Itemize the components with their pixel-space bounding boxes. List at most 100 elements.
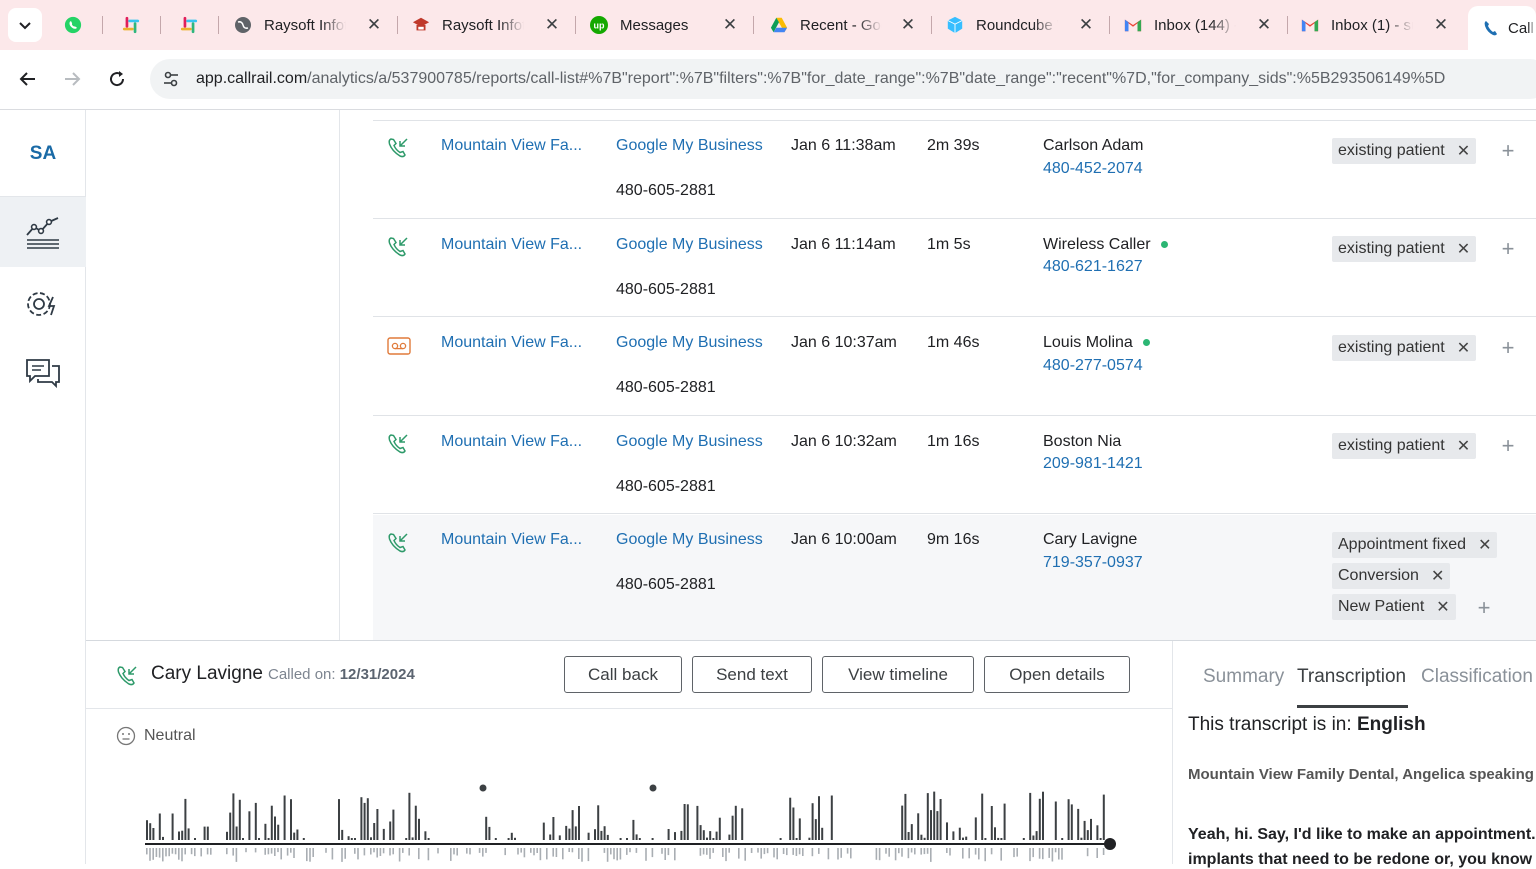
source-link[interactable]: Google My Business	[616, 433, 763, 451]
close-icon[interactable]: ✕	[542, 15, 562, 35]
close-icon[interactable]: ✕	[1076, 15, 1096, 35]
playhead-handle[interactable]	[1104, 838, 1116, 850]
company-link[interactable]: Mountain View Fa...	[441, 334, 582, 352]
call-row[interactable]	[373, 416, 1536, 514]
tab-gmail-2[interactable]: Inbox (1) - su ✕	[1301, 8, 1451, 42]
call-row[interactable]	[373, 317, 1536, 416]
sidebar-item-analytics[interactable]	[0, 197, 86, 267]
close-icon[interactable]: ✕	[720, 15, 740, 35]
tab-summary[interactable]: Summary	[1203, 666, 1284, 688]
tag-label: existing patient	[1338, 437, 1445, 454]
tab-whatsapp[interactable]	[64, 8, 86, 42]
source-link[interactable]: Google My Business	[616, 236, 763, 254]
site-info-icon[interactable]	[160, 68, 182, 90]
waveform-bar	[162, 848, 164, 862]
caller-phone-link[interactable]: 480-277-0574	[1043, 357, 1143, 375]
audio-waveform[interactable]	[140, 778, 1120, 864]
tag-chip: existing patient ✕	[1332, 433, 1477, 459]
company-link[interactable]: Mountain View Fa...	[441, 531, 582, 549]
tab-search-button[interactable]	[8, 8, 42, 42]
source-link[interactable]: Google My Business	[616, 137, 763, 155]
inbound-call-icon	[387, 236, 409, 263]
tab-roundcube[interactable]: Roundcube Webmail ✕	[946, 8, 1096, 42]
waveform-bar	[360, 797, 363, 840]
waveform-bar	[795, 838, 798, 840]
close-icon[interactable]: ✕	[1431, 15, 1451, 35]
sidebar-item-settings[interactable]	[0, 269, 86, 339]
close-icon[interactable]: ✕	[898, 15, 918, 35]
add-tag-button[interactable]: +	[1498, 236, 1518, 262]
waveform-bar	[926, 793, 929, 840]
tab-slack-2[interactable]	[180, 8, 202, 42]
call-datetime: Jan 6 10:00am	[791, 531, 897, 548]
remove-tag-icon[interactable]: ✕	[1457, 338, 1470, 358]
waveform-bar	[578, 806, 580, 840]
waveform-bar	[923, 837, 926, 840]
back-button[interactable]	[15, 66, 41, 92]
company-link[interactable]: Mountain View Fa...	[441, 236, 582, 254]
call-back-button[interactable]: Call back	[564, 656, 682, 693]
waveform-bar	[1102, 848, 1105, 855]
open-details-button[interactable]: Open details	[984, 656, 1130, 693]
company-link[interactable]: Mountain View Fa...	[441, 137, 582, 155]
waveform-bar	[187, 828, 190, 840]
company-link[interactable]: Mountain View Fa...	[441, 433, 582, 451]
tab-messages[interactable]: up Messages ✕	[590, 8, 740, 42]
source-link[interactable]: Google My Business	[616, 334, 763, 352]
waveform-bar	[1022, 838, 1025, 840]
remove-tag-icon[interactable]: ✕	[1478, 535, 1491, 555]
add-tag-button[interactable]: +	[1474, 595, 1494, 621]
add-tag-button[interactable]: +	[1498, 433, 1518, 459]
caller-phone-link[interactable]: 480-621-1627	[1043, 258, 1143, 276]
view-timeline-button[interactable]: View timeline	[822, 656, 974, 693]
reload-button[interactable]	[104, 66, 130, 92]
tab-callrail-active[interactable]: Call	[1468, 6, 1536, 50]
tab-slack-1[interactable]	[122, 8, 144, 42]
source-link[interactable]: Google My Business	[616, 531, 763, 549]
remove-tag-icon[interactable]: ✕	[1457, 239, 1470, 259]
waveform-bar	[184, 848, 186, 855]
account-initials[interactable]: SA	[0, 143, 86, 165]
waveform-bar	[286, 848, 289, 856]
call-row[interactable]	[373, 219, 1536, 317]
waveform-bar	[530, 848, 532, 853]
tab-google-drive[interactable]: Recent - Google Drive ✕	[770, 8, 918, 42]
waveform-bar	[1086, 848, 1089, 857]
tab-gmail-1[interactable]: Inbox (144) - ✕	[1124, 8, 1274, 42]
tab-raysoft-2[interactable]: Raysoft Infotech ✕	[412, 8, 562, 42]
waveform-bar	[411, 837, 414, 840]
add-tag-button[interactable]: +	[1498, 335, 1518, 361]
caller-phone-link[interactable]: 719-357-0937	[1043, 554, 1143, 572]
transcript-line: Yeah, hi. Say, I'd like to make an appoi…	[1188, 826, 1536, 843]
close-icon[interactable]: ✕	[364, 15, 384, 35]
url-text[interactable]: app.callrail.com/analytics/a/537900785/r…	[196, 70, 1445, 88]
tab-classification[interactable]: Classification	[1421, 666, 1533, 688]
send-text-button[interactable]: Send text	[692, 656, 812, 693]
close-icon[interactable]: ✕	[1254, 15, 1274, 35]
waveform-marker[interactable]	[649, 784, 657, 792]
waveform-bar	[699, 825, 702, 840]
remove-tag-icon[interactable]: ✕	[1457, 141, 1470, 161]
waveform-bar	[354, 848, 356, 854]
waveform-bar	[427, 848, 430, 861]
caller-name: Wireless Caller	[1043, 236, 1151, 253]
caller-phone-link[interactable]: 480-452-2074	[1043, 160, 1143, 178]
sidebar-item-communications[interactable]	[0, 338, 86, 408]
remove-tag-icon[interactable]: ✕	[1431, 566, 1444, 586]
caller-phone-link[interactable]: 209-981-1421	[1043, 455, 1143, 473]
waveform-bar	[296, 829, 299, 840]
waveform-bar	[786, 848, 788, 856]
remove-tag-icon[interactable]: ✕	[1436, 597, 1449, 617]
tab-transcription[interactable]: Transcription	[1297, 666, 1406, 688]
tab-raysoft-1[interactable]: Raysoft Infotech ✕	[234, 8, 384, 42]
waveform-bar	[635, 834, 638, 840]
remove-tag-icon[interactable]: ✕	[1457, 436, 1470, 456]
call-row[interactable]	[373, 121, 1536, 219]
waveform-marker[interactable]	[479, 784, 487, 792]
waveform-bar	[504, 848, 506, 856]
waveform-bar	[1099, 838, 1102, 840]
tracking-number: 480-605-2881	[616, 379, 716, 396]
waveform-bar	[376, 809, 379, 840]
add-tag-button[interactable]: +	[1498, 138, 1518, 164]
forward-button[interactable]	[59, 66, 85, 92]
